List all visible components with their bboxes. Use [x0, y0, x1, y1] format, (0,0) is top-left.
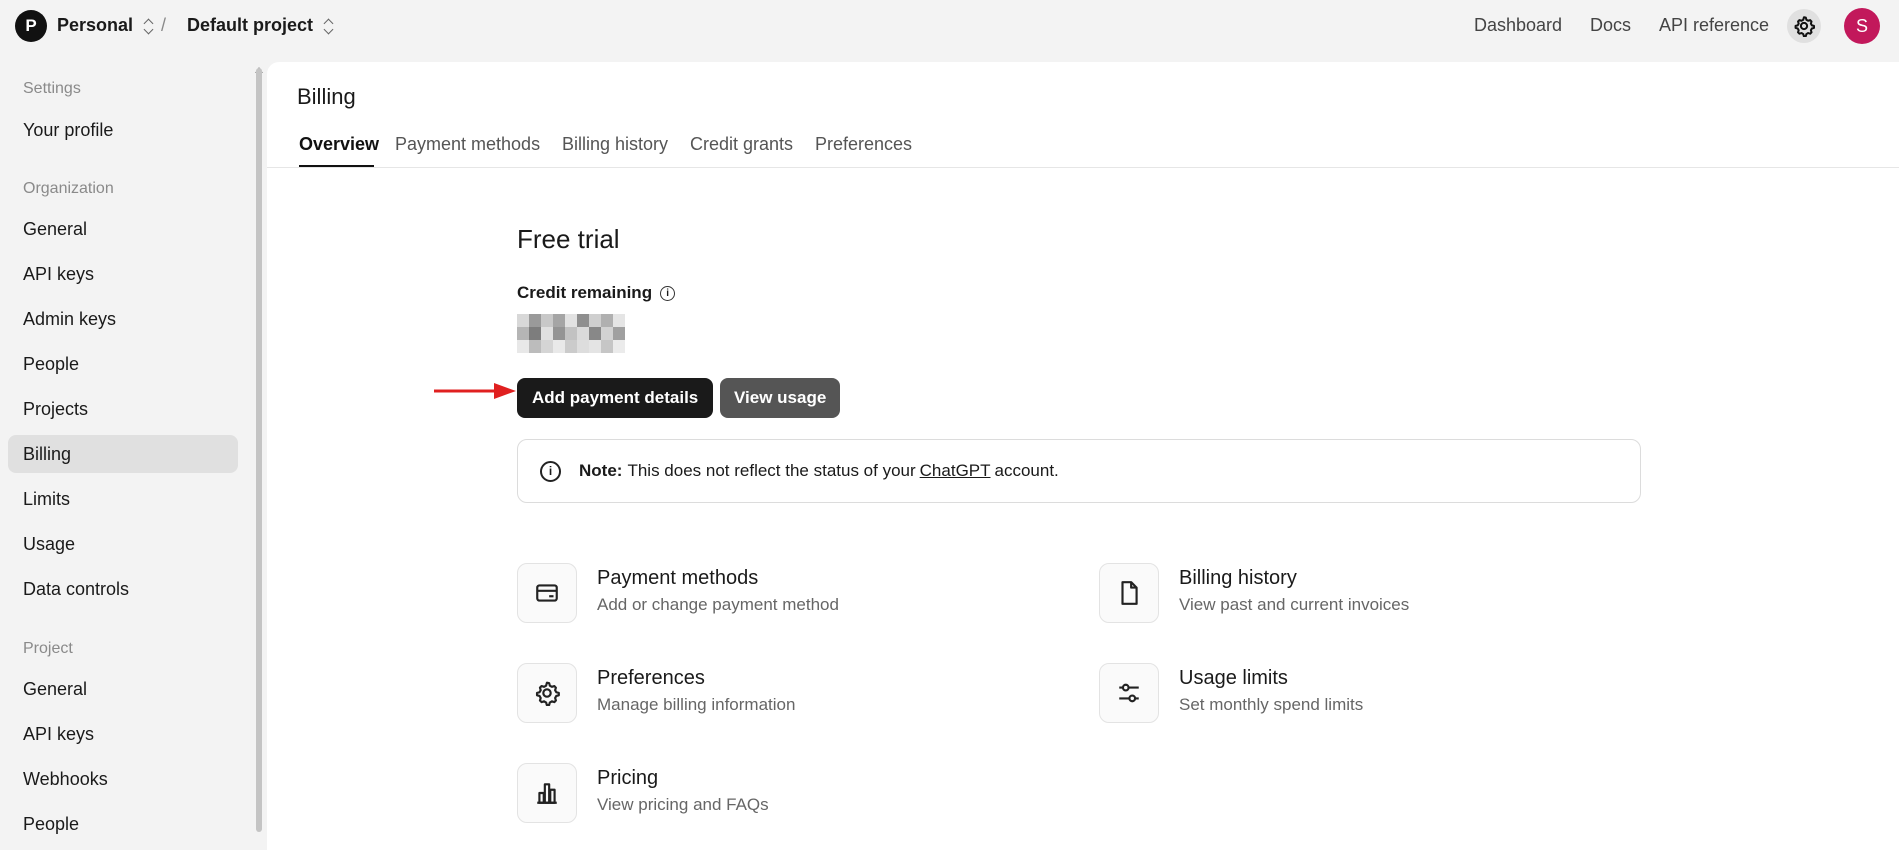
credit-remaining-label: Credit remaining i	[517, 283, 676, 303]
nav-api-reference[interactable]: API reference	[1659, 15, 1769, 36]
card-subtitle: Manage billing information	[597, 695, 796, 714]
sidebar-item-project-people[interactable]: People	[8, 805, 238, 843]
sidebar-item-projects[interactable]: Projects	[8, 390, 238, 428]
chevron-updown-icon	[143, 17, 155, 35]
card-title: Usage limits	[1179, 667, 1288, 689]
chevron-updown-icon	[323, 17, 335, 35]
sidebar-item-org-people[interactable]: People	[8, 345, 238, 383]
sidebar-item-project-api-keys[interactable]: API keys	[8, 715, 238, 753]
org-switcher[interactable]: Personal	[57, 15, 155, 36]
sidebar-heading-organization: Organization	[23, 180, 114, 197]
org-avatar[interactable]: P	[15, 10, 47, 42]
project-switcher[interactable]: Default project	[187, 15, 335, 36]
card-pricing[interactable]: Pricing View pricing and FAQs	[517, 763, 1077, 827]
document-icon	[1099, 563, 1159, 623]
sidebar-item-usage[interactable]: Usage	[8, 525, 238, 563]
settings-button[interactable]	[1787, 9, 1821, 43]
note-text: This does not reflect the status of your	[627, 461, 916, 480]
sidebar-item-project-general[interactable]: General	[8, 670, 238, 708]
credit-value-redacted	[517, 314, 625, 354]
annotation-arrow	[434, 383, 516, 399]
gear-icon	[517, 663, 577, 723]
sidebar: Settings Your profile Organization Gener…	[0, 60, 250, 850]
card-title: Pricing	[597, 767, 659, 789]
main-panel: Billing Overview Payment methods Billing…	[267, 62, 1899, 850]
tab-overview[interactable]: Overview	[299, 134, 379, 155]
chatgpt-link[interactable]: ChatGPT	[920, 461, 991, 481]
card-subtitle: View pricing and FAQs	[597, 795, 769, 814]
sidebar-item-org-api-keys[interactable]: API keys	[8, 255, 238, 293]
top-bar: P Personal / Default project Dashboard D…	[0, 0, 1899, 52]
view-usage-button[interactable]: View usage	[720, 378, 841, 418]
nav-docs[interactable]: Docs	[1590, 15, 1631, 36]
plan-title: Free trial	[517, 224, 620, 254]
sidebar-item-billing[interactable]: Billing	[8, 435, 238, 473]
card-subtitle: Set monthly spend limits	[1179, 695, 1364, 714]
project-name: Default project	[187, 15, 314, 35]
billing-overview: Free trial Credit remaining i Add paymen…	[434, 62, 1667, 850]
bar-chart-icon	[517, 763, 577, 823]
sidebar-heading-settings: Settings	[23, 80, 81, 97]
sidebar-item-org-general[interactable]: General	[8, 210, 238, 248]
card-subtitle: Add or change payment method	[597, 595, 839, 614]
note-text-end: account.	[994, 461, 1059, 480]
credit-card-icon	[517, 563, 577, 623]
sliders-icon	[1099, 663, 1159, 723]
user-avatar[interactable]: S	[1844, 8, 1880, 44]
credit-remaining-text: Credit remaining	[517, 283, 653, 302]
card-billing-history[interactable]: Billing history View past and current in…	[1099, 563, 1659, 627]
gear-icon	[1794, 16, 1815, 37]
add-payment-details-button[interactable]: Add payment details	[517, 378, 714, 418]
breadcrumb-separator: /	[161, 15, 167, 35]
card-title: Billing history	[1179, 567, 1297, 589]
page-title: Billing	[297, 84, 356, 109]
info-icon: i	[540, 460, 561, 482]
sidebar-item-limits[interactable]: Limits	[8, 480, 238, 518]
sidebar-item-webhooks[interactable]: Webhooks	[8, 760, 238, 798]
sidebar-heading-project: Project	[23, 640, 73, 657]
sidebar-item-data-controls[interactable]: Data controls	[8, 570, 238, 608]
note-banner: i Note: This does not reflect the status…	[517, 439, 1641, 503]
sidebar-scrollbar[interactable]	[256, 68, 262, 832]
org-name: Personal	[57, 15, 134, 35]
nav-dashboard[interactable]: Dashboard	[1474, 15, 1562, 36]
card-title: Preferences	[597, 667, 705, 689]
sidebar-item-your-profile[interactable]: Your profile	[8, 111, 238, 149]
sidebar-item-admin-keys[interactable]: Admin keys	[8, 300, 238, 338]
card-preferences[interactable]: Preferences Manage billing information	[517, 663, 1077, 727]
info-icon[interactable]: i	[660, 285, 676, 301]
card-subtitle: View past and current invoices	[1179, 595, 1410, 614]
card-title: Payment methods	[597, 567, 759, 589]
card-payment-methods[interactable]: Payment methods Add or change payment me…	[517, 563, 1077, 627]
card-usage-limits[interactable]: Usage limits Set monthly spend limits	[1099, 663, 1659, 727]
note-prefix: Note:	[579, 461, 623, 480]
